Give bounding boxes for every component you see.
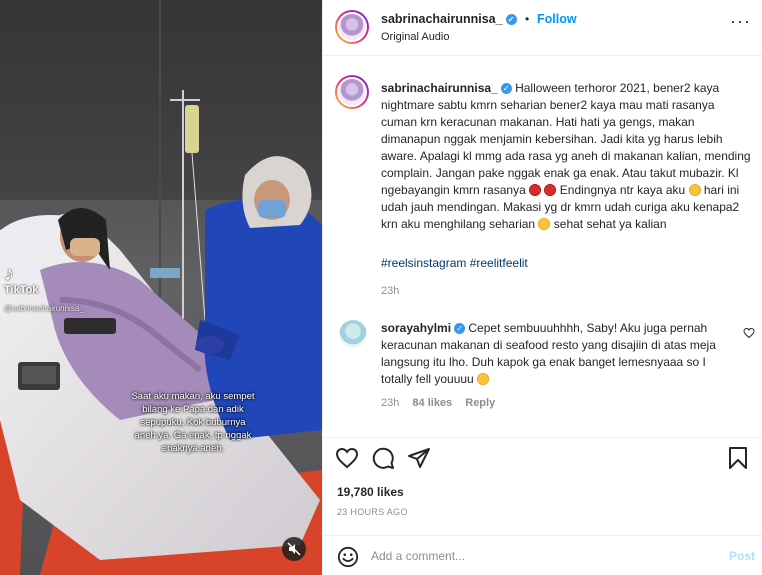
- video-caption-overlay: Saat aku makan, aku sempet bilang ke Pap…: [131, 391, 255, 454]
- comment-icon[interactable]: [371, 446, 395, 470]
- add-comment-bar: Post: [323, 535, 762, 575]
- comment-time[interactable]: 23h: [381, 397, 399, 409]
- tiktok-watermark: ♪ TikTok: [4, 264, 38, 296]
- tiktok-handle: @sabrinachairunnisa_: [4, 304, 84, 313]
- comment-input[interactable]: [371, 546, 691, 566]
- comment-item: sorayahylmi ✓ Cepet sembuuuhhhh, Saby! Ak…: [381, 320, 736, 388]
- comment-like-heart-icon[interactable]: [743, 327, 755, 339]
- caption-text: Halloween terhoror 2021, bener2 kaya nig…: [381, 81, 751, 197]
- sad-face-emoji-icon: [538, 218, 551, 230]
- emoji-icon[interactable]: [337, 546, 359, 568]
- follow-button[interactable]: Follow: [537, 12, 577, 26]
- separator-dot: •: [525, 12, 530, 26]
- verified-icon: ✓: [454, 323, 466, 335]
- tiktok-label: TikTok: [4, 284, 39, 296]
- post-timestamp[interactable]: 23 HOURS AGO: [337, 507, 408, 517]
- original-audio-link[interactable]: Original Audio: [381, 31, 450, 43]
- post-panel: sabrinachairunnisa_ ✓ • Follow Original A…: [322, 0, 762, 575]
- verified-icon: ✓: [505, 14, 517, 26]
- action-bar: 19,780 likes 23 HOURS AGO Post: [323, 437, 762, 575]
- sad-face-emoji-icon: [688, 184, 701, 196]
- reply-avatar[interactable]: [339, 320, 367, 348]
- hashtags-link[interactable]: #reelsinstagram #reelitfeelit: [381, 256, 528, 270]
- heart-icon[interactable]: [335, 446, 359, 470]
- video-frame: [0, 0, 322, 575]
- avatar[interactable]: [335, 10, 369, 44]
- post-header: sabrinachairunnisa_ ✓ • Follow Original A…: [323, 0, 762, 56]
- post-caption: sabrinachairunnisa_ ✓ Halloween terhoror …: [381, 80, 753, 233]
- caption-text: sehat sehat ya kalian: [550, 217, 667, 231]
- caption-username[interactable]: sabrinachairunnisa_: [381, 81, 498, 95]
- comments-section: sabrinachairunnisa_ ✓ Halloween terhoror …: [323, 57, 762, 437]
- mute-button[interactable]: [282, 537, 306, 561]
- reply-button[interactable]: Reply: [465, 397, 495, 409]
- caption-avatar[interactable]: [335, 75, 369, 109]
- reel-video[interactable]: ♪ TikTok @sabrinachairunnisa_ Saat aku m…: [0, 0, 322, 575]
- caption-timestamp[interactable]: 23h: [381, 285, 399, 297]
- angry-face-emoji-icon: [529, 184, 542, 196]
- more-options-icon[interactable]: ···: [730, 12, 751, 30]
- mute-icon: [287, 542, 301, 556]
- comment-username[interactable]: sorayahylmi: [381, 321, 451, 335]
- verified-icon: ✓: [500, 83, 512, 95]
- caption-text: Endingnya ntr kaya aku: [556, 183, 689, 197]
- header-username[interactable]: sabrinachairunnisa_: [381, 12, 503, 26]
- angry-face-emoji-icon: [544, 184, 557, 196]
- instagram-post: ♪ TikTok @sabrinachairunnisa_ Saat aku m…: [0, 0, 762, 575]
- tiktok-icon: ♪: [4, 263, 14, 285]
- bookmark-icon[interactable]: [727, 446, 749, 470]
- post-comment-button[interactable]: Post: [729, 549, 755, 563]
- comment-meta: 23h 84 likes Reply: [381, 397, 505, 409]
- share-icon[interactable]: [407, 446, 431, 470]
- comment-likes[interactable]: 84 likes: [412, 397, 452, 409]
- sad-face-emoji-icon: [477, 373, 490, 385]
- likes-count[interactable]: 19,780 likes: [337, 485, 404, 499]
